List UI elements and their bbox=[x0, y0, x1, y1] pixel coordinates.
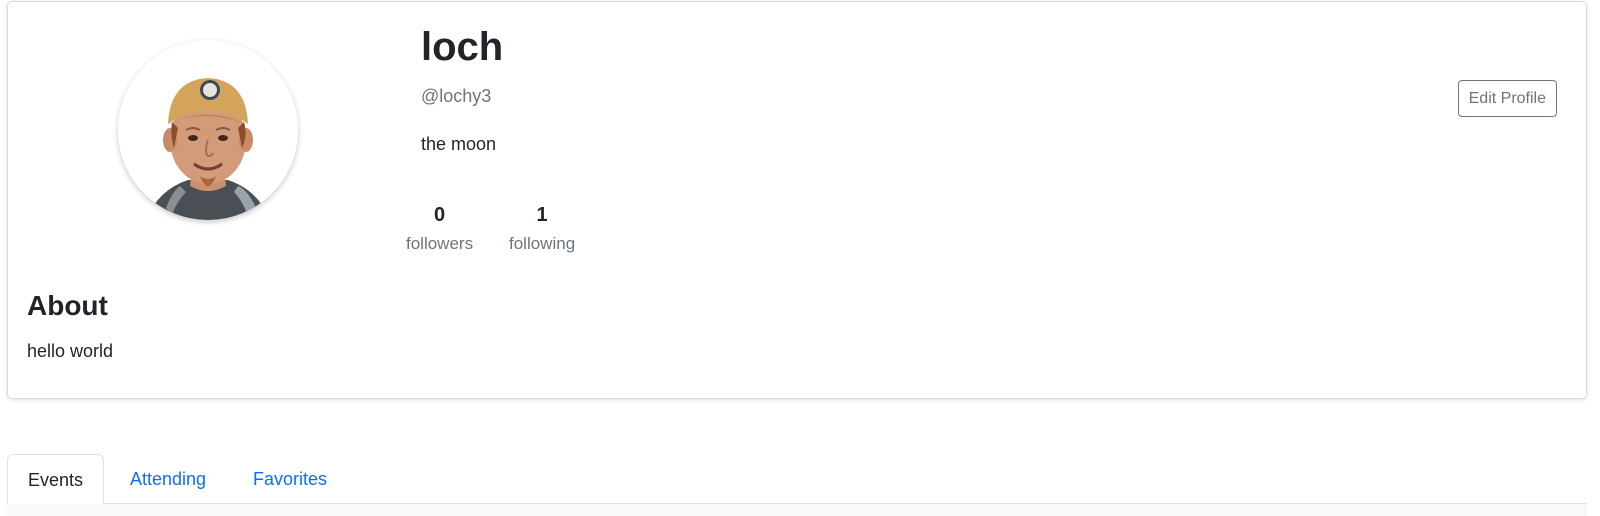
about-text: hello world bbox=[27, 341, 114, 361]
followers-count: 0 bbox=[433, 204, 446, 226]
followers-label: followers bbox=[406, 234, 474, 253]
avatar bbox=[118, 40, 298, 220]
tab-content-panel bbox=[7, 504, 1587, 516]
profile-bio: the moon bbox=[421, 134, 497, 154]
about-heading: About bbox=[27, 290, 108, 321]
edit-profile-button[interactable]: Edit Profile bbox=[1457, 80, 1557, 117]
following-label: following bbox=[509, 234, 576, 253]
profile-tabs: Events Attending Favorites bbox=[7, 454, 1587, 505]
tab-favorites[interactable]: Favorites bbox=[233, 454, 347, 504]
profile-page: loch @lochy3 the moon 0 followers 1 foll… bbox=[0, 0, 1600, 516]
profile-display-name: loch bbox=[421, 25, 504, 69]
user-avatar-photo-icon bbox=[118, 40, 298, 220]
profile-username: @lochy3 bbox=[421, 86, 492, 106]
following-stat[interactable]: 1 following bbox=[509, 202, 575, 256]
followers-stat[interactable]: 0 followers bbox=[406, 202, 473, 256]
profile-card: loch @lochy3 the moon 0 followers 1 foll… bbox=[7, 1, 1587, 399]
tab-attending[interactable]: Attending bbox=[110, 454, 226, 504]
tab-events[interactable]: Events bbox=[7, 454, 105, 505]
following-count: 1 bbox=[536, 204, 548, 226]
